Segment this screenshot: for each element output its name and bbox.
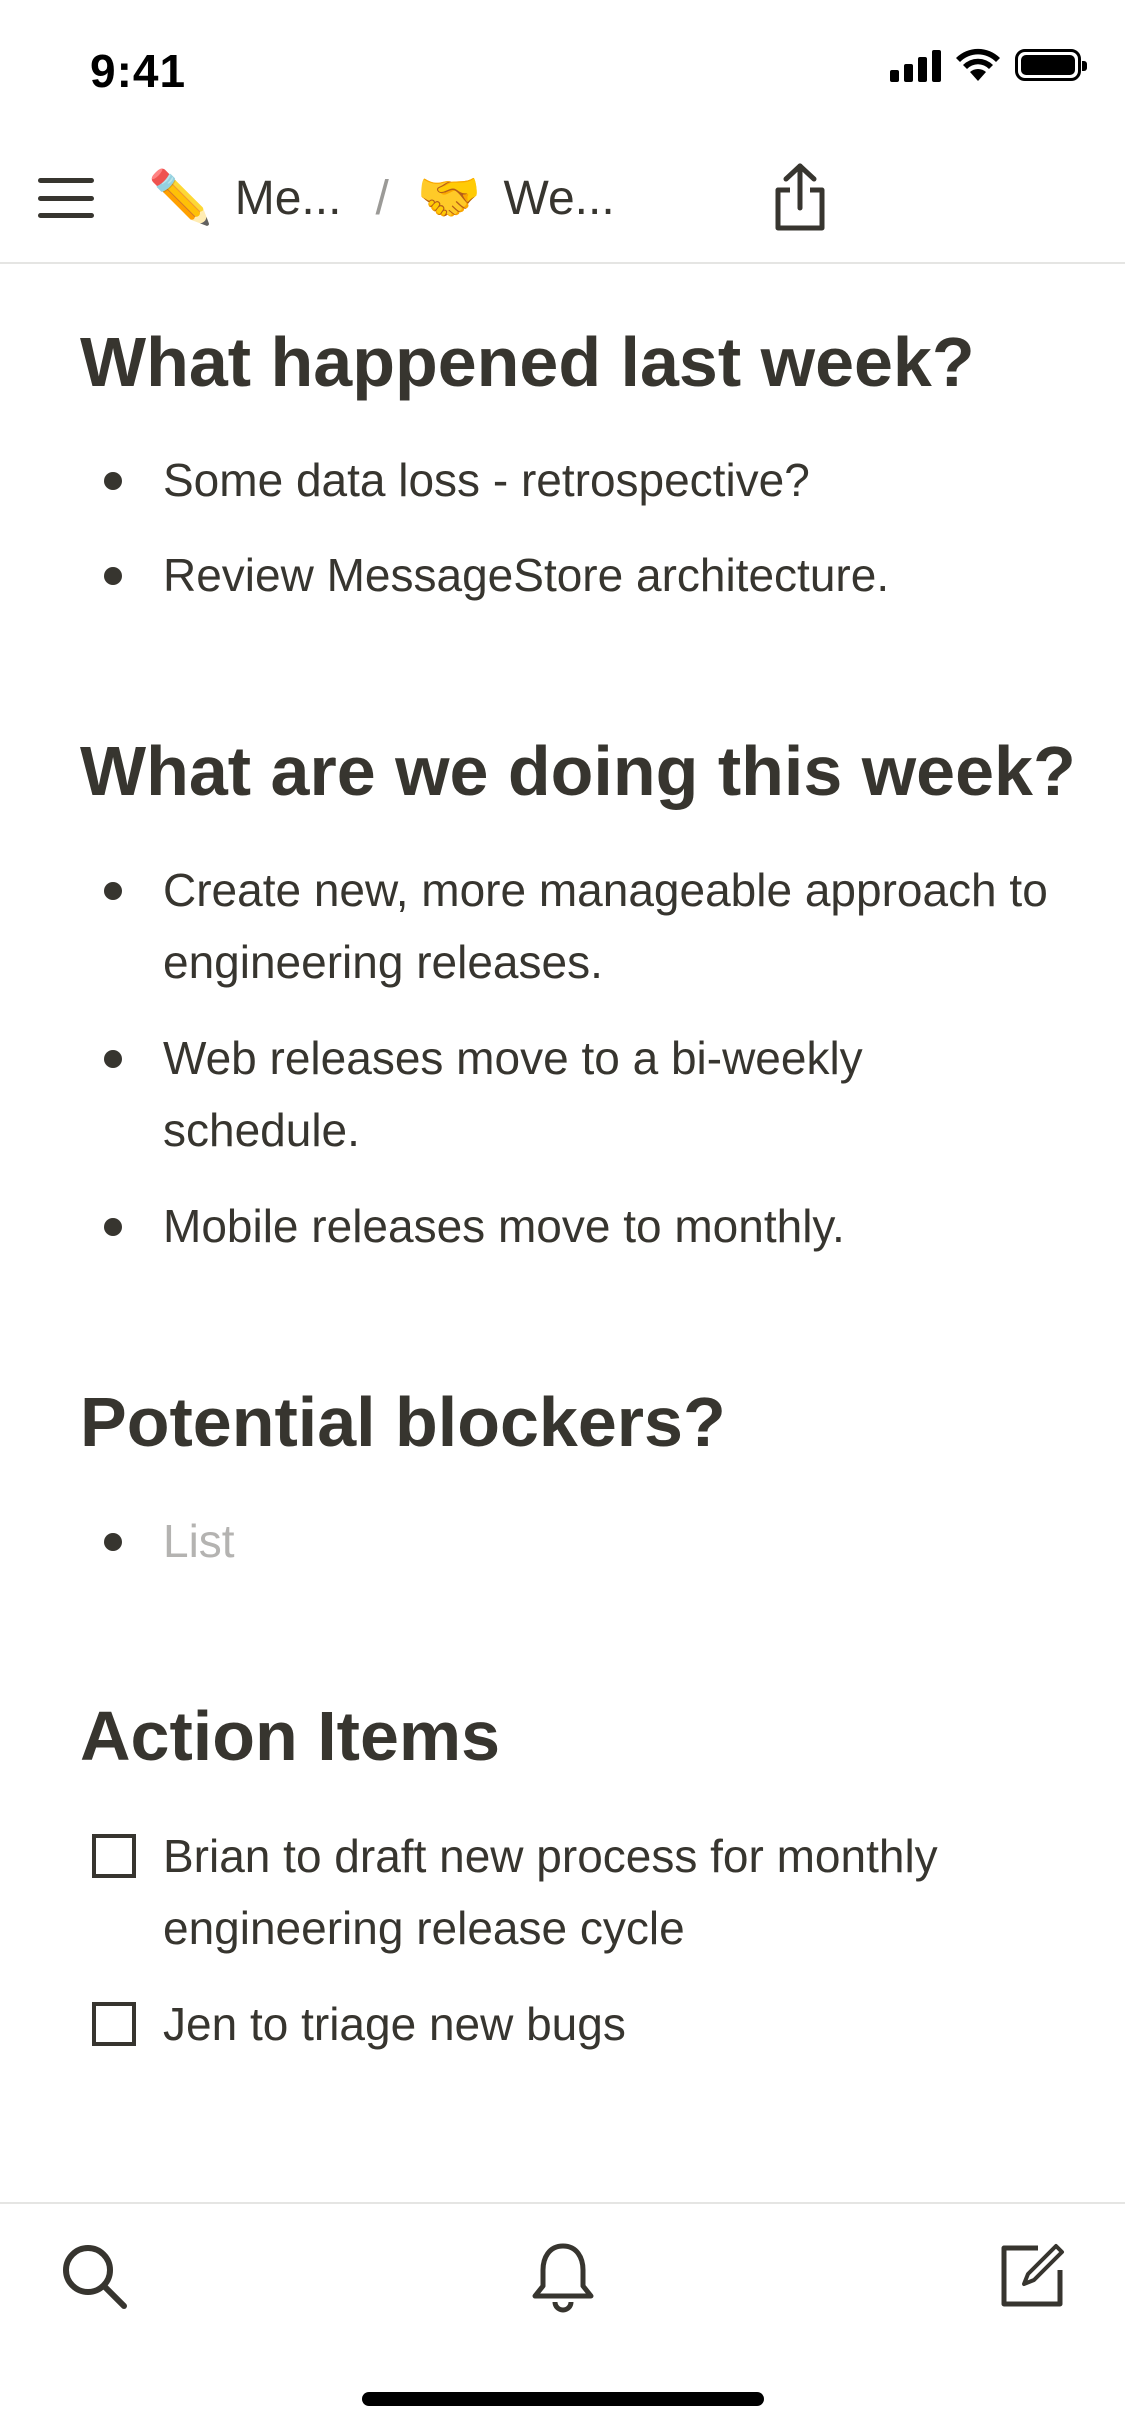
share-icon[interactable] bbox=[770, 162, 830, 234]
search-icon[interactable] bbox=[56, 2238, 132, 2314]
bullet-dot bbox=[104, 1050, 122, 1068]
status-bar: 9:41 bbox=[0, 0, 1125, 132]
home-indicator[interactable] bbox=[362, 2392, 764, 2406]
status-time: 9:41 bbox=[90, 45, 187, 97]
cellular-signal-icon bbox=[890, 48, 941, 82]
breadcrumb: ✏️ Me... / 🤝 We... bbox=[148, 168, 615, 228]
breadcrumb-label: Me... bbox=[234, 171, 342, 225]
bullet-dot bbox=[104, 1218, 122, 1236]
section-heading[interactable]: Potential blockers? bbox=[80, 1382, 726, 1462]
list-item-text[interactable]: Some data loss - retrospective? bbox=[163, 444, 1063, 516]
list-item-text[interactable]: Review MessageStore architecture. bbox=[163, 539, 1063, 611]
list-item-text[interactable]: Web releases move to a bi-weekly schedul… bbox=[163, 1022, 1063, 1166]
status-icons bbox=[890, 48, 1087, 82]
navigation-bar: ✏️ Me... / 🤝 We... bbox=[0, 132, 1125, 264]
bullet-dot bbox=[104, 1533, 122, 1551]
section-heading[interactable]: What happened last week? bbox=[80, 322, 975, 402]
section-heading[interactable]: What are we doing this week? bbox=[80, 731, 1076, 811]
bullet-dot bbox=[104, 882, 122, 900]
list-placeholder-text[interactable]: List bbox=[163, 1505, 1063, 1577]
wifi-icon bbox=[956, 48, 1000, 81]
todo-text[interactable]: Jen to triage new bugs bbox=[163, 1988, 1063, 2060]
todo-text[interactable]: Brian to draft new process for monthly e… bbox=[163, 1820, 1063, 1964]
breadcrumb-item-parent[interactable]: ✏️ Me... bbox=[148, 168, 341, 228]
bell-icon[interactable] bbox=[525, 2238, 601, 2314]
breadcrumb-separator: / bbox=[375, 171, 389, 225]
todo-checkbox[interactable] bbox=[92, 1834, 136, 1878]
list-item-text[interactable]: Create new, more manageable approach to … bbox=[163, 854, 1063, 998]
bullet-dot bbox=[104, 472, 122, 490]
pencil-emoji-icon: ✏️ bbox=[148, 169, 213, 227]
compose-icon[interactable] bbox=[994, 2238, 1070, 2314]
list-item-text[interactable]: Mobile releases move to monthly. bbox=[163, 1190, 1063, 1262]
breadcrumb-label: We... bbox=[503, 171, 615, 225]
breadcrumb-item-current[interactable]: 🤝 We... bbox=[417, 168, 615, 228]
battery-icon bbox=[1015, 49, 1087, 81]
handshake-emoji-icon: 🤝 bbox=[416, 169, 482, 227]
hamburger-menu-icon[interactable] bbox=[38, 170, 94, 226]
todo-checkbox[interactable] bbox=[92, 2002, 136, 2046]
section-heading[interactable]: Action Items bbox=[80, 1696, 500, 1776]
bullet-dot bbox=[104, 567, 122, 585]
